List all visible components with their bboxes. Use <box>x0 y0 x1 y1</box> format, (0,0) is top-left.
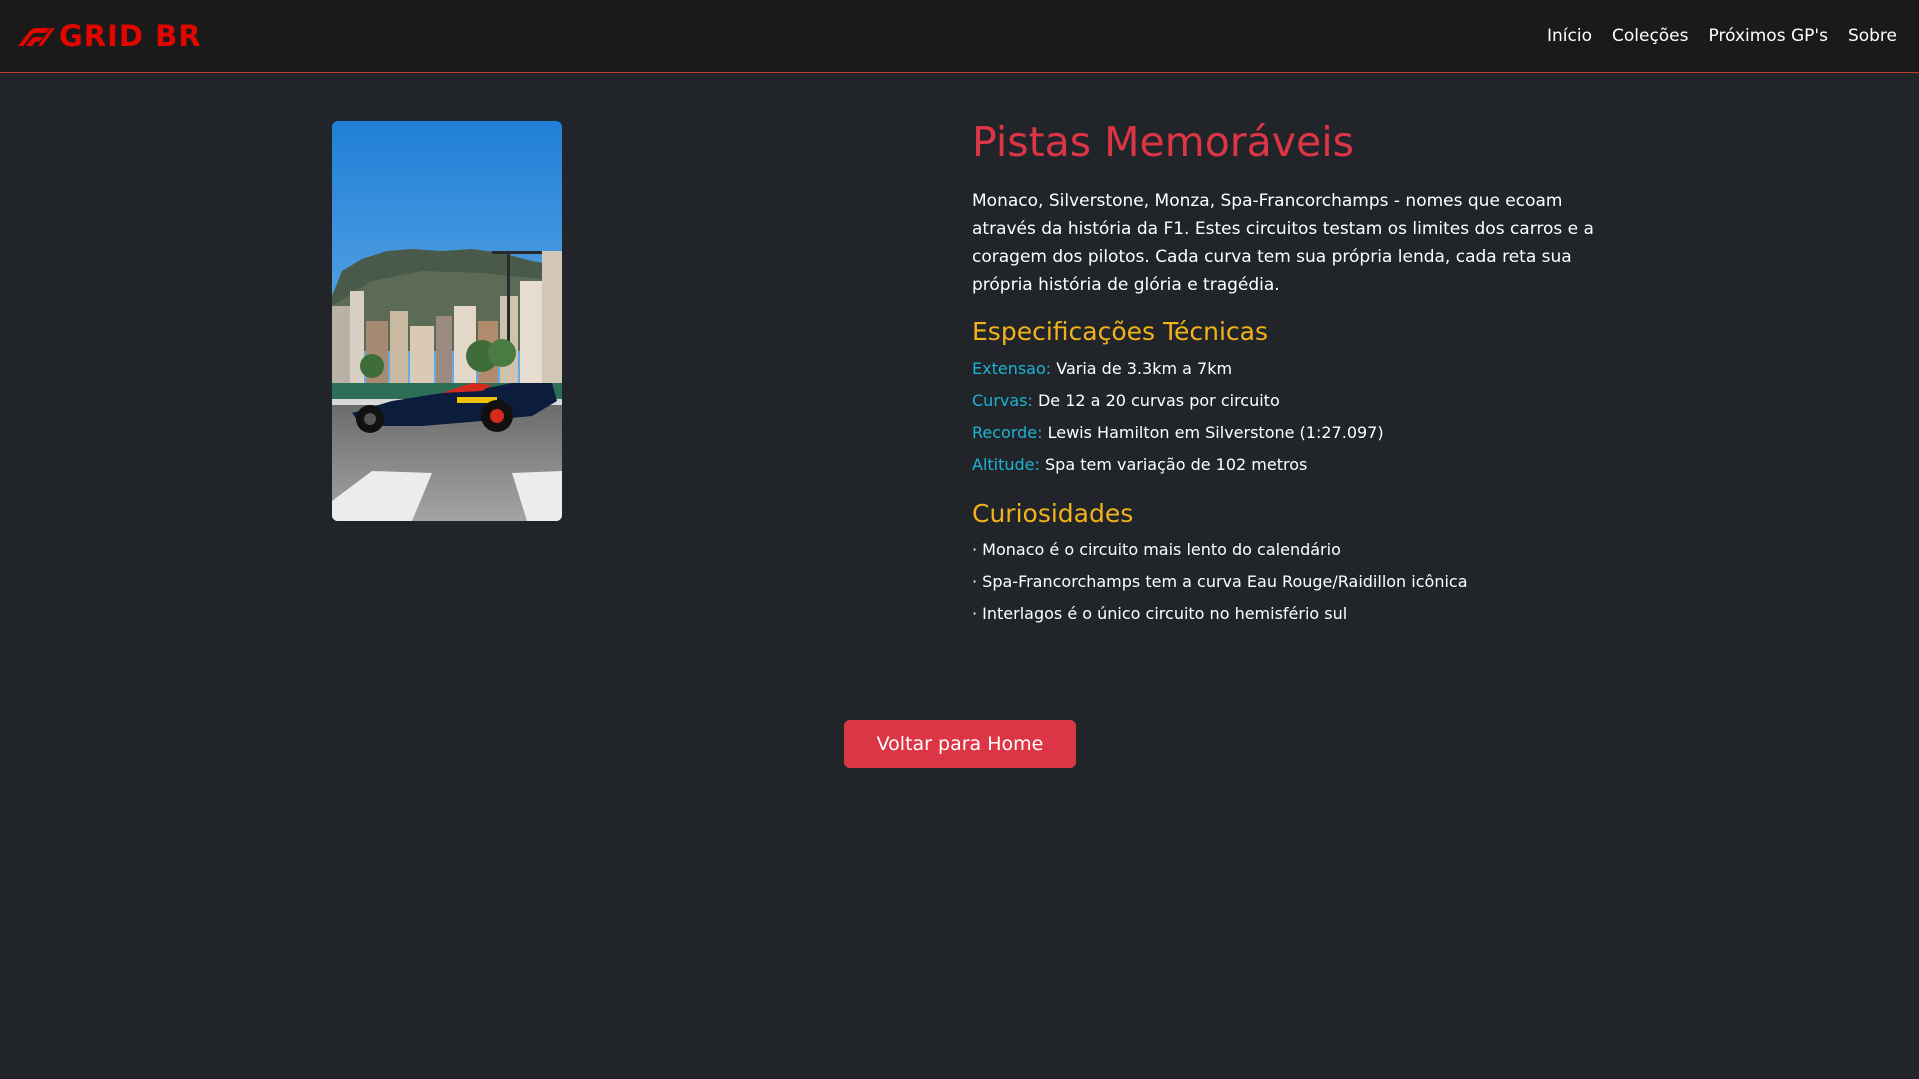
intro-paragraph: Monaco, Silverstone, Monza, Spa-Francorc… <box>972 191 1594 296</box>
spec-value: Spa tem variação de 102 metros <box>1039 454 1308 474</box>
spec-item-curvas: Curvas: De 12 a 20 curvas por circuito <box>972 385 1594 417</box>
fact-item: · Interlagos é o único circuito no hemis… <box>972 604 1348 624</box>
nav-links: Início Coleções Próximos GP's Sobre <box>1547 26 1897 46</box>
monaco-track-photo <box>332 121 562 521</box>
specs-list: Extensao: Varia de 3.3km a 7km Curvas: D… <box>972 353 1594 481</box>
spec-label: Extensao: <box>972 358 1052 378</box>
back-to-home-button[interactable]: Voltar para Home <box>844 720 1076 768</box>
spec-item-extensao: Extensao: Varia de 3.3km a 7km <box>972 353 1594 385</box>
page-title: Pistas Memoráveis <box>972 118 1355 166</box>
spec-label: Altitude: <box>972 454 1040 474</box>
brand-name: GRID BR <box>59 19 202 53</box>
spec-item-recorde: Recorde: Lewis Hamilton em Silverstone (… <box>972 417 1594 449</box>
facts-list: · Monaco é o circuito mais lento do cale… <box>972 534 1594 630</box>
f1-logo-icon <box>18 28 55 46</box>
nav-link-proximos-gps[interactable]: Próximos GP's <box>1709 26 1828 46</box>
spec-item-altitude: Altitude: Spa tem variação de 102 metros <box>972 449 1594 481</box>
specs-heading: Especificações Técnicas <box>972 317 1268 347</box>
spec-value: De 12 a 20 curvas por circuito <box>1032 390 1280 410</box>
spec-label: Curvas: <box>972 390 1033 410</box>
nav-link-inicio[interactable]: Início <box>1547 26 1592 46</box>
fact-item: · Monaco é o circuito mais lento do cale… <box>972 540 1341 560</box>
fact-item: · Spa-Francorchamps tem a curva Eau Roug… <box>972 572 1468 592</box>
main-content: Pistas Memoráveis Monaco, Silverstone, M… <box>972 118 1594 630</box>
nav-link-sobre[interactable]: Sobre <box>1848 26 1897 46</box>
facts-heading: Curiosidades <box>972 498 1134 528</box>
nav-link-colecoes[interactable]: Coleções <box>1612 26 1689 46</box>
navbar: GRID BR Início Coleções Próximos GP's So… <box>0 0 1919 73</box>
spec-value: Varia de 3.3km a 7km <box>1051 358 1233 378</box>
brand[interactable]: GRID BR <box>16 19 202 53</box>
spec-label: Recorde: <box>972 422 1043 442</box>
spec-value: Lewis Hamilton em Silverstone (1:27.097) <box>1042 422 1384 442</box>
